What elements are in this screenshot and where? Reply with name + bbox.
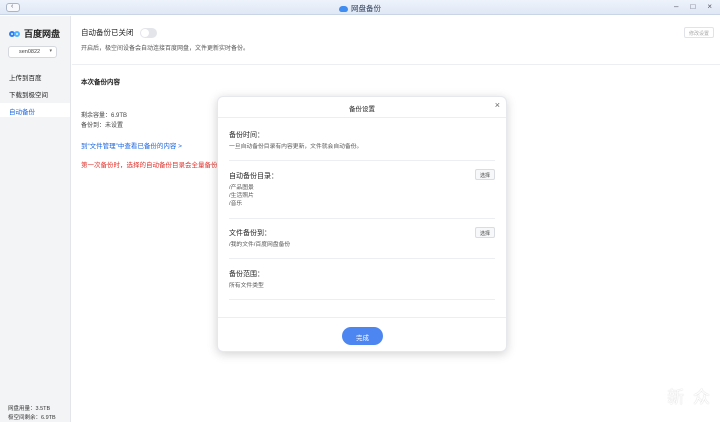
dialog-title: 备份设置 [349, 106, 375, 113]
backup-dir-item: /音乐 [229, 201, 243, 207]
backup-settings-dialog: 备份设置 × 备份时间： 一旦自动备份目录有内容更新，文件就会自动备份。 自动备… [217, 96, 507, 352]
backup-scope-value: 所有文件类型 [229, 283, 264, 289]
edit-settings-button[interactable]: 修改设置 [684, 27, 714, 38]
view-backups-link[interactable]: 到“文件管理”中查看已备份的内容 > [81, 140, 182, 150]
remaining-capacity: 剩余容量：6.9TB [81, 113, 128, 119]
backup-time-desc: 一旦自动备份目录有内容更新，文件就会自动备份。 [229, 144, 363, 150]
backup-dir-section: 自动备份目录： /产品图景 /生活照片 /音乐 [229, 171, 495, 208]
account-select[interactable]: sen0822 ▾ [8, 46, 57, 58]
backup-dest-label: 文件备份到： [229, 230, 271, 237]
sidebar-item-auto-backup[interactable]: 自动备份 [0, 103, 70, 117]
auto-backup-switch[interactable] [139, 27, 157, 38]
space-remaining: 极空间剩余：6.9TB [8, 415, 56, 421]
sidebar-item-upload[interactable]: 上传到百度 [0, 69, 70, 83]
first-backup-warning: 第一次备份时，选择的自动备份目录会全量备份 [81, 162, 218, 169]
divider [218, 117, 506, 118]
netdisk-usage: 网盘用量：3.5TB [8, 406, 51, 412]
backup-dest-section: 文件备份到： /我的文件/百度网盘备份 [229, 228, 495, 249]
divider [229, 218, 495, 219]
divider [229, 258, 495, 259]
choose-dir-button[interactable]: 选择 [475, 169, 495, 180]
watermark: 新 众 [667, 388, 712, 407]
baidu-netdisk-logo-icon [9, 29, 21, 39]
window-title: 网盘备份 [0, 3, 720, 14]
divider [229, 160, 495, 161]
maximize-icon[interactable]: □ [690, 2, 695, 11]
backup-dir-label: 自动备份目录： [229, 173, 278, 180]
done-button[interactable]: 完成 [342, 327, 383, 345]
section-title: 本次备份内容 [81, 79, 120, 86]
backup-destination: 备份到：未设置 [81, 123, 124, 129]
chevron-down-icon: ▾ [49, 48, 52, 54]
close-icon[interactable]: × [495, 100, 500, 110]
divider [72, 64, 720, 65]
title-bar: ‹ 网盘备份 – □ × [0, 0, 720, 15]
backup-scope-section: 备份范围： 所有文件类型 [229, 269, 495, 290]
sidebar-item-download[interactable]: 下载到极空间 [0, 86, 70, 100]
close-icon[interactable]: × [707, 2, 712, 11]
backup-time-label: 备份时间： [229, 132, 264, 139]
backup-dest-path: /我的文件/百度网盘备份 [229, 242, 291, 248]
backup-scope-label: 备份范围： [229, 271, 264, 278]
backup-time-section: 备份时间： 一旦自动备份目录有内容更新，文件就会自动备份。 [229, 130, 495, 151]
backup-dir-item: /生活照片 [229, 193, 254, 199]
divider [218, 317, 506, 318]
minimize-icon[interactable]: – [674, 2, 678, 11]
auto-backup-toggle-row: 自动备份已关闭 [81, 27, 157, 38]
divider [229, 299, 495, 300]
auto-backup-description: 开启后，极空间设备会自动连接百度网盘，文件更新实时备份。 [81, 46, 250, 52]
choose-dest-button[interactable]: 选择 [475, 227, 495, 238]
sidebar: 百度网盘 sen0822 ▾ 上传到百度 下载到极空间 自动备份 网盘用量：3.… [0, 16, 71, 422]
backup-dir-item: /产品图景 [229, 185, 254, 191]
app-logo: 百度网盘 [9, 27, 60, 40]
window-controls: – □ × [674, 2, 712, 11]
cloud-icon [339, 6, 348, 12]
